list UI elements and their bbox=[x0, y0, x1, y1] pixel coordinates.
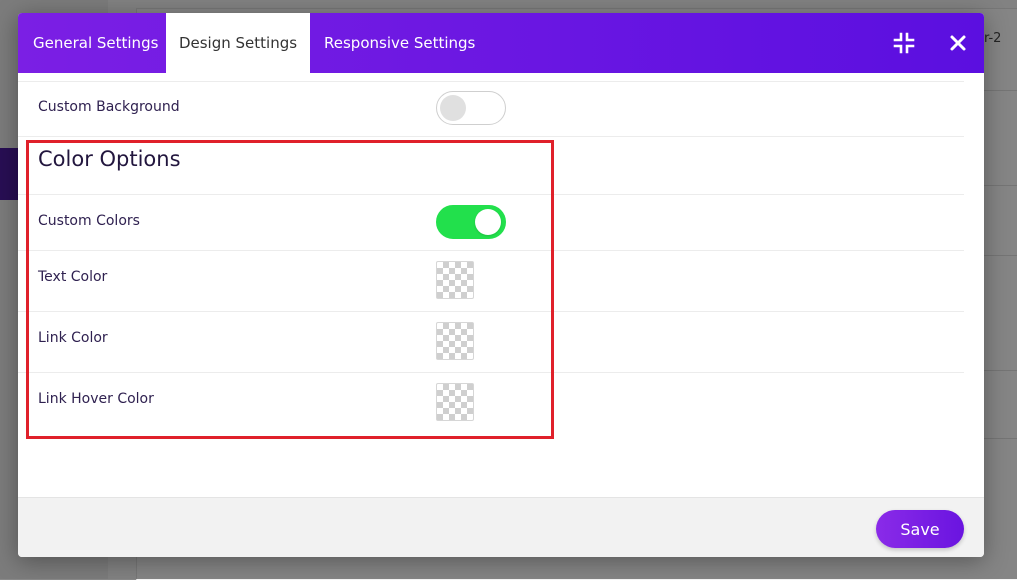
modal-body: Custom Background Color Options Custom C… bbox=[18, 73, 984, 497]
save-button[interactable]: Save bbox=[876, 510, 964, 548]
modal-footer: Save bbox=[18, 497, 984, 557]
custom-background-label: Custom Background bbox=[38, 99, 180, 115]
close-icon[interactable] bbox=[947, 32, 969, 54]
text-color-row: Text Color bbox=[18, 251, 964, 312]
section-title-row bbox=[18, 136, 964, 195]
link-hover-color-row: Link Hover Color bbox=[18, 373, 964, 433]
custom-colors-toggle[interactable] bbox=[436, 205, 506, 239]
link-hover-color-swatch[interactable] bbox=[436, 383, 474, 421]
modal-header: General Settings Design Settings Respons… bbox=[18, 13, 984, 73]
tab-general-settings[interactable]: General Settings bbox=[33, 13, 158, 73]
tab-responsive-settings[interactable]: Responsive Settings bbox=[324, 13, 475, 73]
custom-colors-label: Custom Colors bbox=[38, 213, 140, 229]
custom-colors-row: Custom Colors bbox=[18, 195, 964, 251]
custom-background-toggle[interactable] bbox=[436, 91, 506, 125]
link-color-swatch[interactable] bbox=[436, 322, 474, 360]
text-color-label: Text Color bbox=[38, 269, 108, 285]
toggle-knob bbox=[440, 95, 466, 121]
link-color-row: Link Color bbox=[18, 312, 964, 373]
minimize-icon[interactable] bbox=[893, 32, 915, 54]
text-color-swatch[interactable] bbox=[436, 261, 474, 299]
tab-design-settings[interactable]: Design Settings bbox=[166, 13, 310, 73]
toggle-knob bbox=[475, 209, 501, 235]
settings-modal: General Settings Design Settings Respons… bbox=[18, 13, 984, 557]
link-hover-color-label: Link Hover Color bbox=[38, 391, 154, 407]
custom-background-row: Custom Background bbox=[18, 81, 964, 137]
link-color-label: Link Color bbox=[38, 330, 108, 346]
